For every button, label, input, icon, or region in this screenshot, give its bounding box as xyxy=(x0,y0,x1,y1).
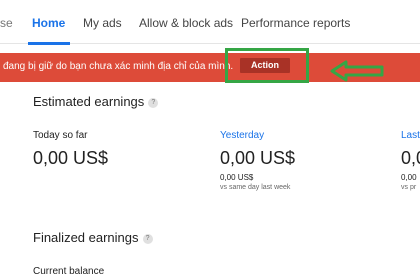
nav-item-partial[interactable]: se xyxy=(0,16,13,30)
estimated-earnings-label: Estimated earnings xyxy=(33,94,145,109)
metric-value-today: 0,00 US$ xyxy=(33,148,109,168)
finalized-earnings-label: Finalized earnings xyxy=(33,230,139,245)
top-nav: se Home My ads Allow & block ads Perform… xyxy=(0,0,420,45)
current-balance-label: Current balance xyxy=(33,266,105,277)
tab-my-ads[interactable]: My ads xyxy=(83,16,122,30)
metric-compare-yesterday: 0,00 US$ xyxy=(220,173,254,182)
metric-value-yesterday: 0,00 US$ xyxy=(220,148,296,168)
metric-label-today: Today so far xyxy=(33,130,88,141)
metric-note-last: vs pr xyxy=(401,184,417,191)
metric-compare-last: 0,00 xyxy=(401,173,417,182)
metric-label-last[interactable]: Last xyxy=(401,130,420,141)
help-icon[interactable]: ? xyxy=(148,97,159,108)
metric-note-yesterday: vs same day last week xyxy=(220,184,291,191)
arrow-left-icon xyxy=(330,60,384,82)
metric-label-yesterday[interactable]: Yesterday xyxy=(220,130,264,141)
active-tab-indicator xyxy=(28,42,70,45)
help-icon[interactable]: ? xyxy=(142,233,153,244)
tab-allow-block-ads[interactable]: Allow & block ads xyxy=(139,16,233,30)
tab-home[interactable]: Home xyxy=(32,16,65,30)
estimated-earnings-title: Estimated earnings? xyxy=(33,94,159,109)
finalized-earnings-title: Finalized earnings? xyxy=(33,230,153,245)
tab-performance-reports[interactable]: Performance reports xyxy=(241,16,350,30)
highlight-box xyxy=(225,48,309,83)
alert-message: đang bị giữ do bạn chưa xác minh địa chỉ… xyxy=(3,61,234,72)
metric-value-last: 0,00 xyxy=(401,148,420,168)
